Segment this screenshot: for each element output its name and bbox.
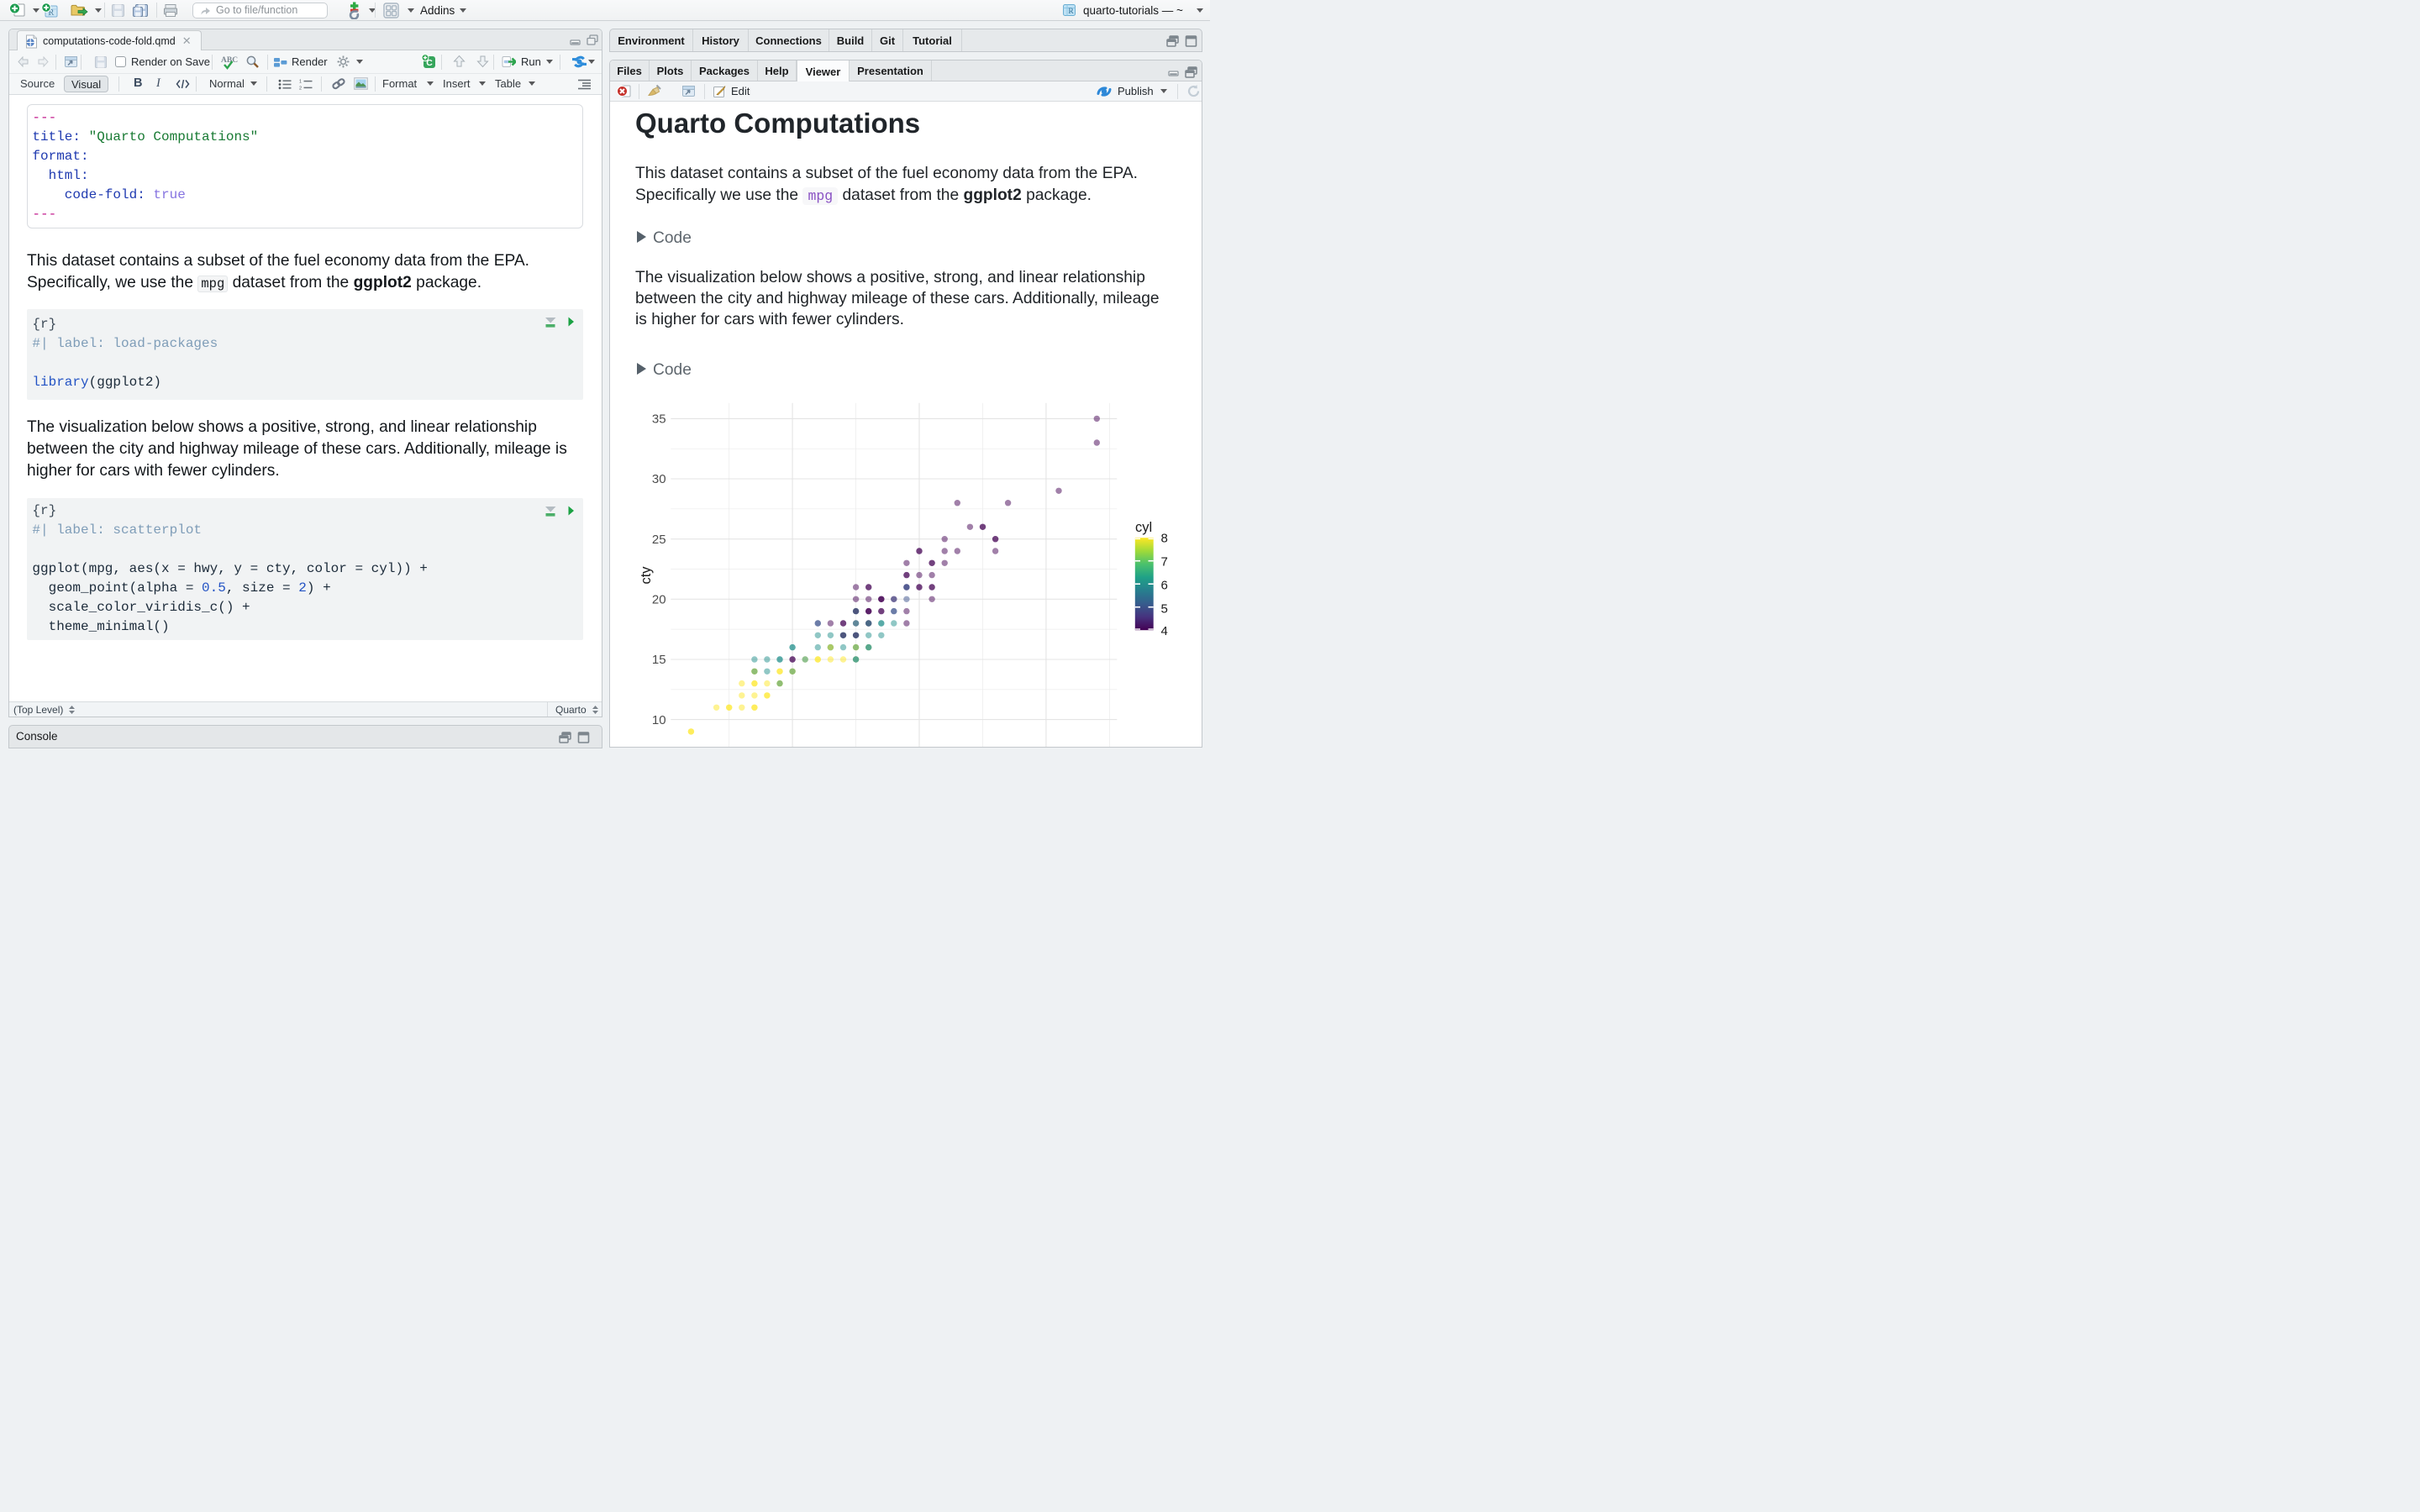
svg-text:4: 4 — [1161, 624, 1168, 638]
svg-text:25: 25 — [652, 533, 666, 547]
svg-text:30: 30 — [652, 472, 666, 486]
svg-text:5: 5 — [1161, 602, 1168, 617]
svg-text:1: 1 — [299, 80, 302, 85]
svg-text:ABC: ABC — [221, 56, 238, 65]
svg-text:20: 20 — [652, 593, 666, 607]
svg-text:10: 10 — [652, 713, 666, 727]
svg-text:15: 15 — [652, 653, 666, 667]
svg-text:R: R — [1068, 8, 1074, 16]
svg-text:7: 7 — [1161, 555, 1168, 570]
svg-text:2: 2 — [299, 87, 302, 91]
svg-text:cyl: cyl — [1135, 520, 1152, 535]
svg-text:6: 6 — [1161, 578, 1168, 592]
svg-text:8: 8 — [1161, 531, 1168, 545]
svg-text:cty: cty — [639, 566, 654, 585]
svg-text:35: 35 — [652, 412, 666, 427]
